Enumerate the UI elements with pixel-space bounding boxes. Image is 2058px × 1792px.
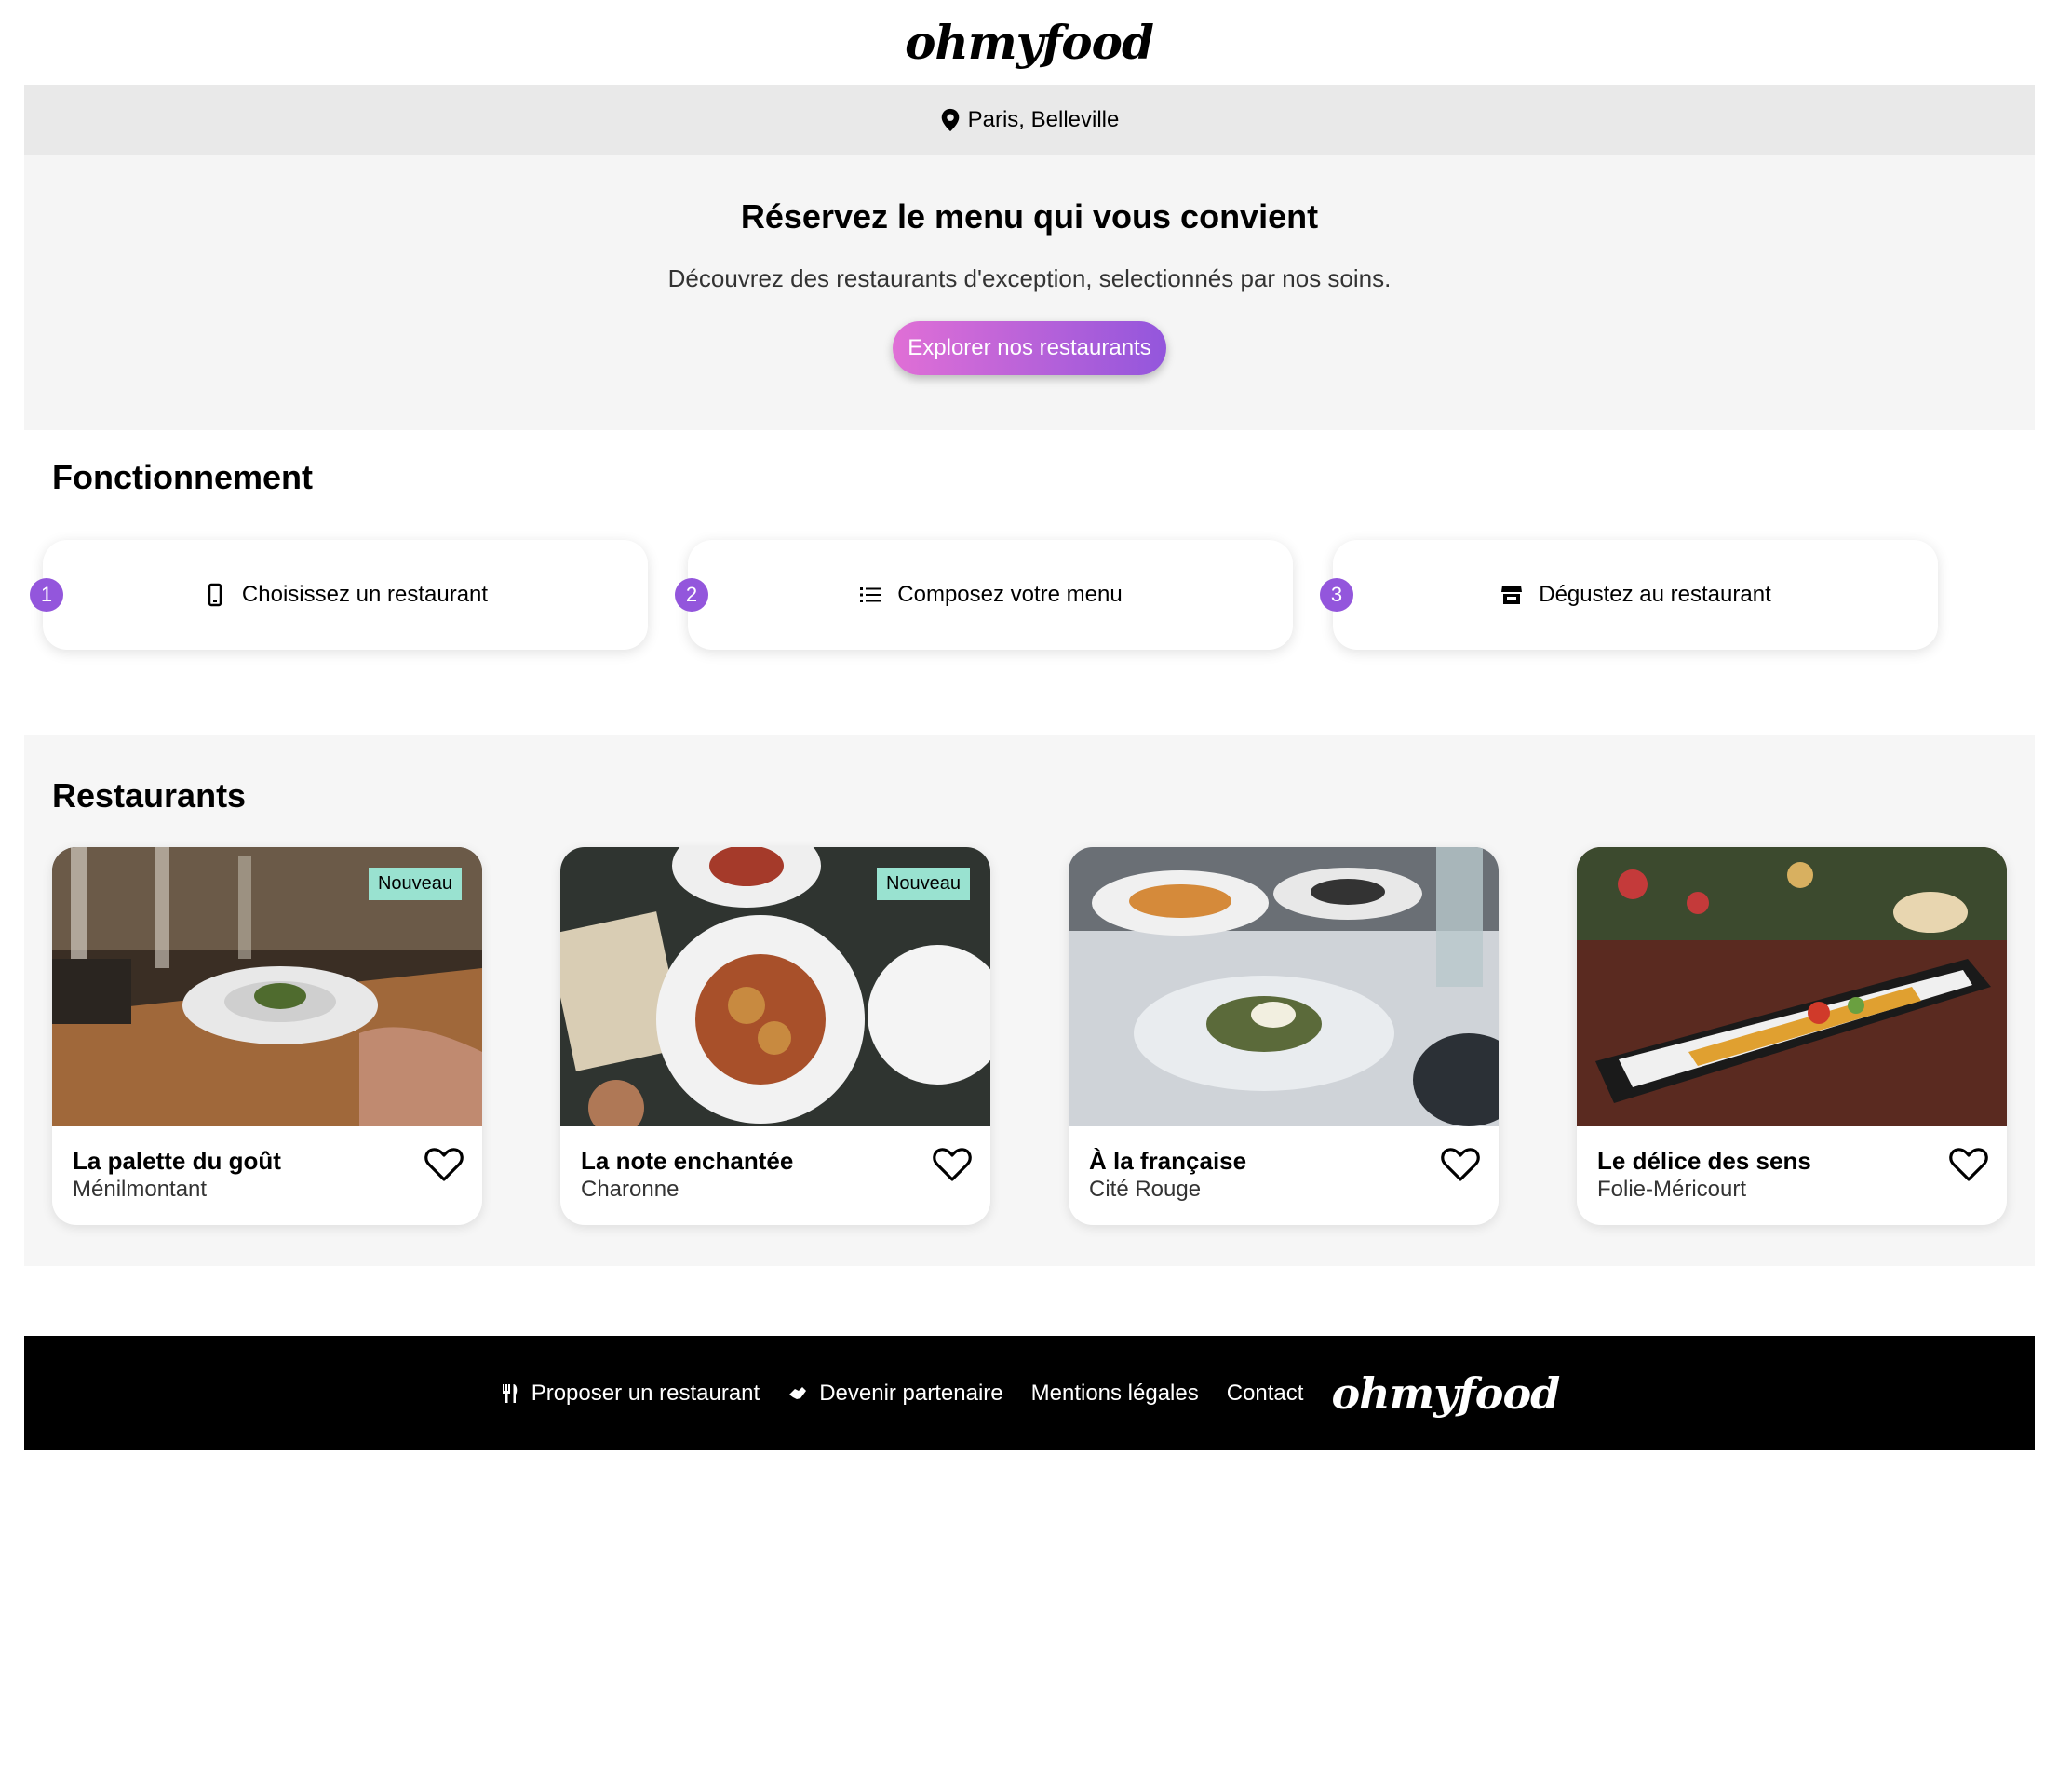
step-number-badge: 1 (30, 578, 63, 612)
restaurant-card[interactable]: Le délice des sens Folie-Méricourt (1577, 847, 2007, 1225)
hero-subtitle: Découvrez des restaurants d'exception, s… (667, 264, 1392, 292)
hero-section: Réservez le menu qui vous convient Décou… (24, 155, 2035, 430)
restaurants-section: Restaurants Nouveau La palette du goût M… (24, 735, 2035, 1266)
new-badge: Nouveau (876, 868, 970, 900)
footer-link-become-partner[interactable]: Devenir partenaire (787, 1380, 1003, 1407)
step-label: Composez votre menu (897, 582, 1123, 607)
restaurant-area: Charonne (581, 1177, 679, 1202)
restaurant-area: Cité Rouge (1089, 1177, 1202, 1202)
restaurant-name: La palette du goût (73, 1147, 281, 1175)
map-pin-icon (941, 108, 959, 131)
store-icon (1501, 586, 1523, 604)
location-text: Paris, Belleville (967, 106, 1120, 132)
list-icon (860, 587, 881, 602)
restaurant-card[interactable]: Nouveau La palette du goût Ménilmontant (52, 847, 482, 1225)
step-label: Choisissez un restaurant (241, 582, 489, 607)
step-card: 3 Dégustez au restaurant (1320, 540, 1938, 650)
footer-link-label: Mentions légales (1030, 1380, 1199, 1406)
footer-link-propose-restaurant[interactable]: Proposer un restaurant (500, 1381, 760, 1407)
step-label: Dégustez au restaurant (1539, 582, 1771, 607)
heart-icon[interactable] (1441, 1147, 1480, 1182)
heart-icon[interactable] (933, 1147, 972, 1182)
location-bar[interactable]: Paris, Belleville (24, 85, 2035, 155)
restaurant-area: Folie-Méricourt (1597, 1177, 1747, 1202)
restaurant-area: Ménilmontant (73, 1177, 208, 1202)
restaurant-name: Le délice des sens (1597, 1147, 1811, 1175)
utensils-icon (502, 1383, 518, 1403)
step-card: 1 Choisissez un restaurant (30, 540, 648, 650)
header: ohmyfood (0, 0, 2058, 85)
footer-link-contact[interactable]: Contact (1227, 1381, 1304, 1407)
heart-icon[interactable] (1949, 1147, 1988, 1182)
handshake-icon (789, 1386, 807, 1399)
footer-link-label: Contact (1226, 1380, 1304, 1406)
step-number-badge: 3 (1320, 578, 1353, 612)
footer-link-label: Devenir partenaire (819, 1380, 1003, 1406)
phone-icon (208, 583, 222, 607)
restaurant-photo (1069, 847, 1499, 1126)
step-card: 2 Composez votre menu (675, 540, 1293, 650)
logo[interactable]: ohmyfood (905, 15, 1154, 70)
how-it-works-section: Fonctionnement 1 Choisissez un restauran… (24, 430, 2035, 735)
footer-link-label: Proposer un restaurant (531, 1380, 760, 1406)
restaurant-card[interactable]: Nouveau La note enchantée Charonne (560, 847, 990, 1225)
section-title: Fonctionnement (52, 458, 313, 496)
restaurant-name: La note enchantée (581, 1147, 794, 1175)
restaurant-card[interactable]: À la française Cité Rouge (1069, 847, 1499, 1225)
restaurant-name: À la française (1089, 1147, 1247, 1175)
new-badge: Nouveau (368, 868, 462, 900)
footer: Proposer un restaurant Devenir partenair… (24, 1336, 2035, 1450)
footer-link-legal[interactable]: Mentions légales (1031, 1381, 1199, 1407)
footer-logo[interactable]: ohmyfood (1331, 1368, 1560, 1419)
explore-restaurants-button[interactable]: Explorer nos restaurants (893, 321, 1166, 375)
heart-icon[interactable] (424, 1147, 464, 1182)
restaurant-photo (1577, 847, 2007, 1126)
section-title: Restaurants (52, 776, 247, 815)
hero-title: Réservez le menu qui vous convient (740, 197, 1319, 236)
step-number-badge: 2 (675, 578, 708, 612)
